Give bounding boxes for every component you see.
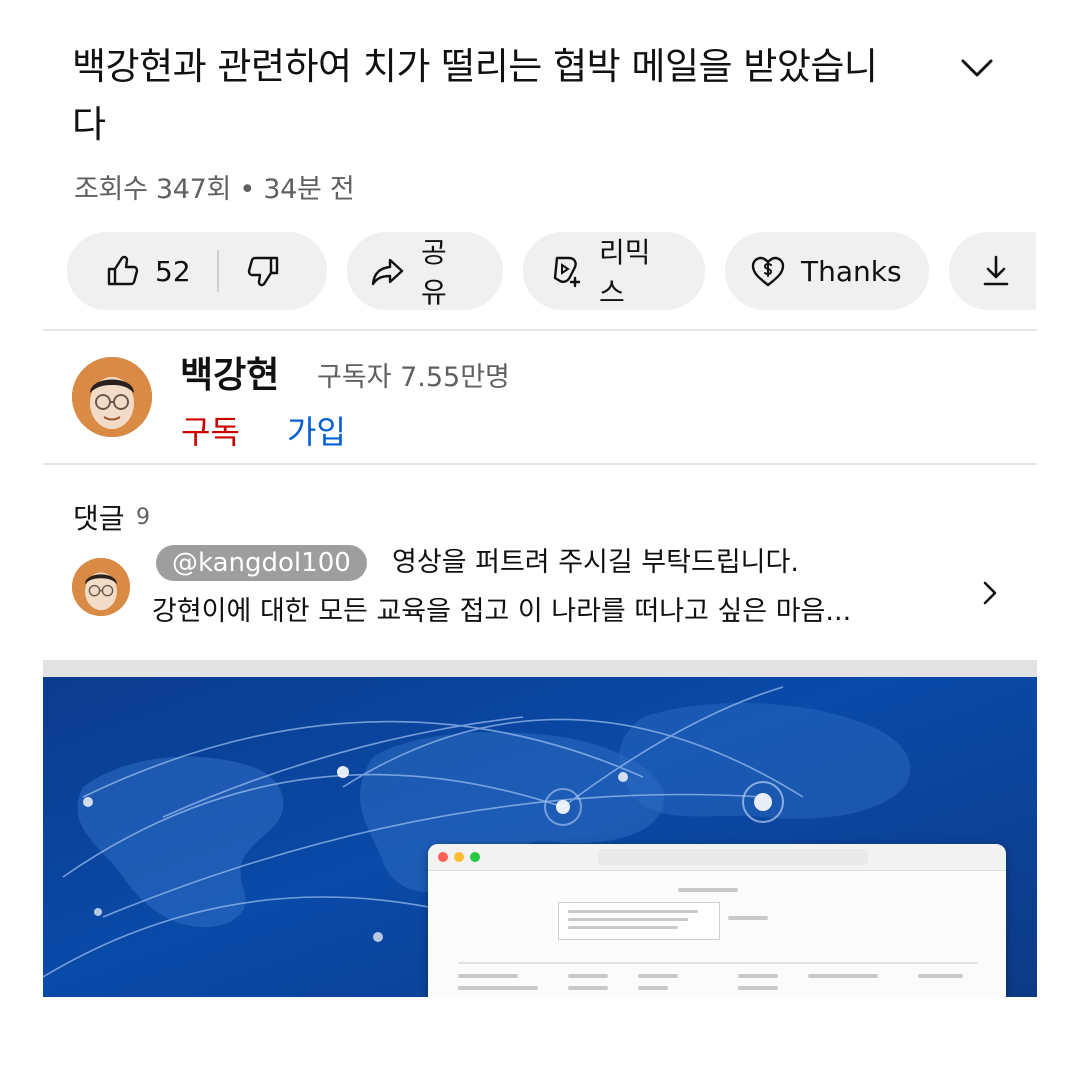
comment-text-line[interactable]: 강현이에 대한 모든 교육을 접고 이 나라를 떠나고 싶은 마음... [152,594,851,630]
divider [43,329,1037,331]
like-dislike-pill: 52 [67,232,327,310]
share-label: 공유 [421,236,447,309]
browser-toolbar [428,844,1006,871]
section-separator [43,660,1037,677]
remix-button[interactable]: 리믹스 [523,232,705,310]
share-arrow-icon [371,258,404,286]
next-video-thumbnail[interactable] [43,677,1037,997]
placeholder-line [808,974,878,978]
chevron-down-icon[interactable] [958,52,996,84]
thanks-button[interactable]: Thanks [725,232,929,310]
commenter-avatar [72,558,130,616]
share-button[interactable]: 공유 [347,232,503,310]
heart-dollar-icon [751,256,785,287]
channel-avatar[interactable] [72,357,152,437]
placeholder-line [568,910,698,913]
join-button[interactable]: 가입 [287,407,346,453]
like-dislike-divider [216,250,219,292]
thanks-label: Thanks [801,254,902,288]
browser-url-bar [598,849,868,865]
comment-text-line[interactable]: 영상을 퍼트려 주시길 부탁드립니다. [392,545,799,581]
comment-author-handle[interactable]: @kangdol100 [156,545,367,581]
thumbs-up-icon[interactable] [103,252,141,290]
remix-label: 리믹스 [599,236,651,309]
thumbs-down-icon[interactable] [245,252,283,290]
remix-icon [553,256,581,288]
placeholder-line [568,926,678,929]
placeholder-line [728,916,768,920]
minimize-dot [454,852,464,862]
placeholder-line [568,986,608,990]
avatar-face [72,357,152,437]
close-dot [438,852,448,862]
placeholder-line [738,974,778,978]
placeholder-line [738,986,778,990]
placeholder-line [568,974,608,978]
comments-label[interactable]: 댓글 [73,497,125,537]
placeholder-line [568,918,688,921]
placeholder-box [558,902,720,940]
video-meta: 조회수 347회 • 34분 전 [74,174,355,205]
browser-window-mockup [428,844,1006,997]
placeholder-line [458,962,978,964]
avatar-face [72,558,130,616]
placeholder-line [458,986,538,990]
download-button[interactable] [949,232,1036,310]
placeholder-line [458,974,518,978]
placeholder-line [638,974,678,978]
comments-count: 9 [136,505,150,530]
subscriber-count: 구독자 7.55만명 [317,362,510,393]
placeholder-line [918,974,963,978]
subscribe-button[interactable]: 구독 [181,407,240,453]
placeholder-line [638,986,668,990]
like-count[interactable]: 52 [155,255,191,288]
maximize-dot [470,852,480,862]
chevron-right-icon[interactable] [978,578,1002,608]
divider [43,463,1037,465]
channel-name[interactable]: 백강현 [180,346,279,398]
video-title[interactable]: 백강현과 관련하여 치가 떨리는 협박 메일을 받았습니다 [72,38,892,154]
download-icon [983,255,1009,286]
action-bar: 52 공유 리믹스 Thanks [67,232,1036,310]
placeholder-line [678,888,738,892]
